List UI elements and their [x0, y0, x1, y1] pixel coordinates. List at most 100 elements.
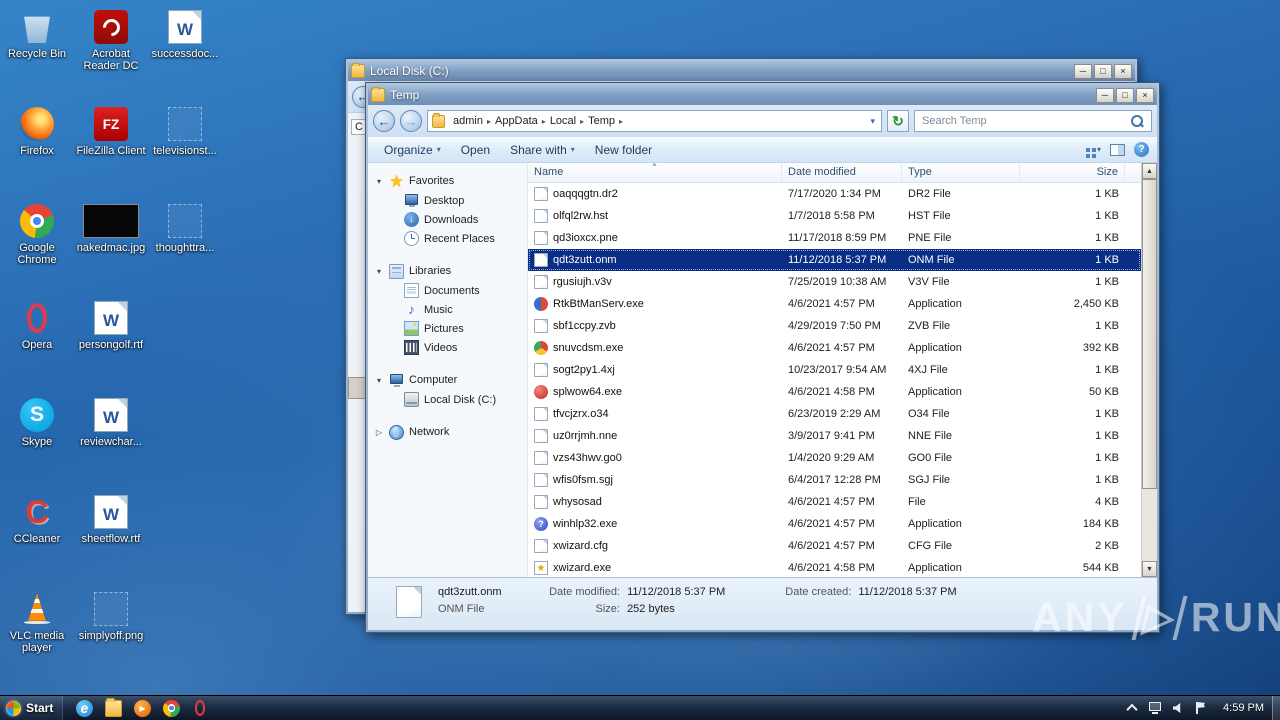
help-button[interactable]: ? [1134, 142, 1149, 157]
start-button[interactable]: Start [0, 696, 64, 720]
desktop-icon-vlc-media-player[interactable]: VLC media player [2, 592, 72, 654]
desktop-icon-google-chrome[interactable]: Google Chrome [2, 204, 72, 266]
network-icon[interactable] [1147, 700, 1163, 716]
show-desktop-button[interactable] [1272, 696, 1280, 720]
taskbar-clock[interactable]: 4:59 PM [1215, 702, 1272, 714]
desktop-icon-opera[interactable]: Opera [2, 301, 72, 351]
desktop-icon-skype[interactable]: Skype [2, 398, 72, 448]
sidebar-item-downloads[interactable]: Downloads [368, 210, 527, 229]
toolbar-share-with[interactable]: Share with ▾ [502, 140, 583, 160]
chevron-up-icon[interactable] [1124, 700, 1140, 716]
breadcrumb-item-appdata[interactable]: AppData [491, 115, 542, 127]
sidebar-item-pictures[interactable]: Pictures [368, 319, 527, 338]
scroll-down-icon[interactable]: ▼ [1142, 561, 1157, 577]
search-input[interactable] [915, 115, 1128, 127]
file-row-sogt2py1-4xj[interactable]: sogt2py1.4xj 10/23/2017 9:54 AM 4XJ File 1 … [528, 359, 1141, 381]
column-header-type[interactable]: Type [902, 163, 1020, 182]
taskbar-google-chrome[interactable] [160, 698, 182, 719]
breadcrumb-item-local[interactable]: Local [546, 115, 580, 127]
file-row-splwow64-exe[interactable]: splwow64.exe 4/6/2021 4:58 PM Application 5… [528, 381, 1141, 403]
file-row-xwizard-exe[interactable]: xwizard.exe 4/6/2021 4:58 PM Application 54… [528, 557, 1141, 577]
temp-titlebar[interactable]: Temp ─ □ × [368, 85, 1157, 105]
scrollbar-thumb[interactable] [1142, 179, 1157, 489]
scroll-up-icon[interactable]: ▲ [1142, 163, 1157, 179]
column-header-date-modified[interactable]: Date modified [782, 163, 902, 182]
breadcrumb-item-temp[interactable]: Temp [584, 115, 619, 127]
scrollbar-track[interactable] [1142, 179, 1157, 561]
address-history-dropdown-icon[interactable]: ▾ [864, 116, 881, 127]
file-row-xwizard-cfg[interactable]: xwizard.cfg 4/6/2021 4:57 PM CFG File 2 KB [528, 535, 1141, 557]
minimize-button[interactable]: ─ [1096, 87, 1114, 103]
file-row-whysosad[interactable]: whysosad 4/6/2021 4:57 PM File 4 KB [528, 491, 1141, 513]
toolbar-organize[interactable]: Organize ▾ [376, 140, 449, 160]
address-bar[interactable]: admin ▸ AppData ▸ Local ▸ Temp ▸ ▾ [427, 110, 882, 132]
sidebar-item-documents[interactable]: Documents [368, 281, 527, 300]
views-button[interactable]: ▾ [1085, 145, 1101, 154]
file-row-vzs43hwv-go0[interactable]: vzs43hwv.go0 1/4/2020 9:29 AM GO0 File 1 KB [528, 447, 1141, 469]
local-disk-titlebar[interactable]: Local Disk (C:) ─ □ × [348, 61, 1135, 81]
desktop-icon-firefox[interactable]: Firefox [2, 107, 72, 157]
volume-icon[interactable] [1170, 700, 1186, 716]
file-row-winhlp32-exe[interactable]: winhlp32.exe 4/6/2021 4:57 PM Application 1… [528, 513, 1141, 535]
desktop-icon-recycle-bin[interactable]: Recycle Bin [2, 10, 72, 60]
taskbar-windows-explorer[interactable] [102, 697, 124, 719]
desktop-icon-successdoc[interactable]: successdoc... [150, 10, 220, 60]
sidebar-group-libraries-header[interactable]: ▾ Libraries [368, 261, 527, 281]
file-row-rgusiujh-v3v[interactable]: rgusiujh.v3v 7/25/2019 10:38 AM V3V File 1 … [528, 271, 1141, 293]
column-header-name[interactable]: ▲ Name [528, 163, 782, 182]
sidebar-item-music[interactable]: Music [368, 300, 527, 319]
sidebar-group-favorites-header[interactable]: ▾ Favorites [368, 171, 527, 191]
vertical-scrollbar[interactable]: ▲ ▼ [1141, 163, 1157, 577]
breadcrumb-separator-icon[interactable]: ▸ [619, 117, 623, 126]
toolbar-new-folder[interactable]: New folder [587, 140, 660, 160]
back-button[interactable]: ← [373, 110, 395, 132]
breadcrumb-item-admin[interactable]: admin [449, 115, 487, 127]
desktop-icon-reviewchar[interactable]: reviewchar... [76, 398, 146, 448]
desktop-icon-nakedmac-jpg[interactable]: nakedmac.jpg [76, 204, 146, 254]
sidebar-item-desktop[interactable]: Desktop [368, 191, 527, 210]
close-button[interactable]: × [1136, 87, 1154, 103]
expander-icon[interactable]: ▾ [374, 177, 384, 186]
file-row-rtkbtmanserv-exe[interactable]: RtkBtManServ.exe 4/6/2021 4:57 PM Applicat… [528, 293, 1141, 315]
sidebar-item-recent-places[interactable]: Recent Places [368, 229, 527, 248]
search-box[interactable] [914, 110, 1152, 132]
file-row-tfvcjzrx-o34[interactable]: tfvcjzrx.o34 6/23/2019 2:29 AM O34 File 1 K… [528, 403, 1141, 425]
close-button[interactable]: × [1114, 63, 1132, 79]
file-row-snuvcdsm-exe[interactable]: snuvcdsm.exe 4/6/2021 4:57 PM Application 3… [528, 337, 1141, 359]
flag-icon[interactable] [1193, 700, 1209, 716]
forward-button[interactable]: → [400, 110, 422, 132]
maximize-button[interactable]: □ [1094, 63, 1112, 79]
desktop-icon-filezilla-client[interactable]: FileZilla Client [76, 107, 146, 157]
file-row-olfql2rw-hst[interactable]: olfql2rw.hst 1/7/2018 5:58 PM HST File 1 KB [528, 205, 1141, 227]
taskbar-media-player[interactable] [131, 698, 153, 719]
desktop-icon-thoughttra[interactable]: thoughttra... [150, 204, 220, 254]
file-row-uz0rrjmh-nne[interactable]: uz0rrjmh.nne 3/9/2017 9:41 PM NNE File 1 KB [528, 425, 1141, 447]
sidebar-group-network-header[interactable]: ▷ Network [368, 422, 527, 442]
desktop-icon-acrobat-reader-dc[interactable]: Acrobat Reader DC [76, 10, 146, 72]
expander-icon[interactable]: ▾ [374, 376, 384, 385]
sidebar-item-local-disk-c[interactable]: Local Disk (C:) [368, 390, 527, 409]
taskbar-opera[interactable] [189, 698, 211, 719]
desktop-icon-simplyoff-png[interactable]: simplyoff.png [76, 592, 146, 642]
desktop-icon-televisionst[interactable]: televisionst... [150, 107, 220, 157]
sidebar-item-videos[interactable]: Videos [368, 338, 527, 357]
file-row-qd3ioxcx-pne[interactable]: qd3ioxcx.pne 11/17/2018 8:59 PM PNE File 1 … [528, 227, 1141, 249]
maximize-button[interactable]: □ [1116, 87, 1134, 103]
file-row-wfis0fsm-sgj[interactable]: wfis0fsm.sgj 6/4/2017 12:28 PM SGJ File 1 K… [528, 469, 1141, 491]
file-row-sbf1ccpy-zvb[interactable]: sbf1ccpy.zvb 4/29/2019 7:50 PM ZVB File 1 K… [528, 315, 1141, 337]
expander-icon[interactable]: ▷ [374, 428, 384, 437]
expander-icon[interactable]: ▾ [374, 267, 384, 276]
taskbar-internet-explorer[interactable] [73, 698, 95, 719]
refresh-button[interactable]: ↻ [887, 110, 909, 132]
sidebar-group-computer-header[interactable]: ▾ Computer [368, 370, 527, 390]
desktop-icon-persongolf-rtf[interactable]: persongolf.rtf [76, 301, 146, 351]
toolbar-open[interactable]: Open [453, 140, 498, 160]
window-temp[interactable]: Temp ─ □ × ← → admin ▸ AppData ▸ Local ▸ Temp ▸… [365, 82, 1160, 633]
minimize-button[interactable]: ─ [1074, 63, 1092, 79]
file-row-oaqqqgtn-dr2[interactable]: oaqqqgtn.dr2 7/17/2020 1:34 PM DR2 File 1 K… [528, 183, 1141, 205]
desktop-icon-ccleaner[interactable]: CCleaner [2, 495, 72, 545]
file-row-qdt3zutt-onm[interactable]: qdt3zutt.onm 11/12/2018 5:37 PM ONM File 1 … [528, 249, 1141, 271]
desktop-icon-sheetflow-rtf[interactable]: sheetflow.rtf [76, 495, 146, 545]
preview-pane-button[interactable] [1110, 143, 1125, 156]
column-header-size[interactable]: Size [1020, 163, 1125, 182]
